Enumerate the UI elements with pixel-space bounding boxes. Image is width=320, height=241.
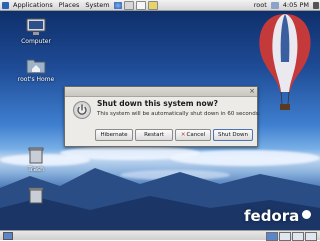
fedora-wordmark: fedora	[244, 207, 300, 225]
dialog-message: This system will be automatically shut d…	[97, 111, 261, 117]
cancel-button[interactable]: ✕ Cancel	[175, 129, 211, 141]
computer-icon	[26, 18, 46, 35]
home-folder-icon	[26, 59, 46, 74]
user-name[interactable]: root	[251, 1, 270, 9]
bottom-panel	[0, 230, 320, 241]
top-panel: Applications Places System root 4:05 PM	[0, 0, 320, 11]
menu-applications[interactable]: Applications	[10, 1, 56, 9]
trash-icon	[28, 187, 44, 204]
hot-air-balloon	[259, 14, 311, 110]
menu-places[interactable]: Places	[56, 1, 83, 9]
fedora-logo-icon	[302, 210, 311, 219]
show-desktop-icon[interactable]	[3, 232, 13, 240]
menu-system[interactable]: System	[82, 1, 112, 9]
dialog-heading: Shut down this system now?	[97, 99, 218, 108]
desktop-icon-trash[interactable]: Trash	[14, 146, 58, 173]
restart-button[interactable]: Restart	[135, 129, 173, 141]
desktop-icon-label: Trash	[28, 166, 44, 173]
shutdown-button-label: Shut Down	[218, 132, 248, 138]
cancel-button-label: Cancel	[186, 132, 206, 138]
desktop-icon-label: Computer	[21, 38, 51, 45]
notes-launcher-icon[interactable]	[147, 0, 158, 10]
fedora-menu-icon[interactable]	[2, 1, 9, 9]
hibernate-button-label: Hibernate	[100, 132, 128, 138]
desktop-icon-computer[interactable]: Computer	[14, 18, 58, 45]
volume-icon[interactable]	[313, 1, 319, 9]
hibernate-button[interactable]: Hibernate	[95, 129, 133, 141]
clock[interactable]: 4:05 PM	[280, 1, 312, 9]
desktop-icon-home[interactable]: root's Home	[14, 56, 58, 83]
power-icon	[73, 101, 91, 119]
shutdown-dialog: × Shut down this system now? This system…	[64, 86, 261, 147]
network-icon[interactable]	[270, 1, 279, 9]
web-browser-launcher-icon[interactable]	[113, 1, 122, 9]
desktop-icon-trash-2[interactable]	[14, 186, 58, 206]
restart-button-label: Restart	[144, 132, 164, 138]
desktop-icon-label: root's Home	[17, 76, 55, 83]
dialog-titlebar[interactable]: ×	[65, 87, 257, 97]
trash-icon	[28, 147, 44, 164]
close-icon[interactable]: ×	[249, 87, 255, 96]
shutdown-button[interactable]: Shut Down	[213, 129, 253, 141]
mail-launcher-icon[interactable]	[123, 0, 134, 10]
cancel-icon: ✕	[180, 132, 186, 138]
text-editor-launcher-icon[interactable]	[135, 0, 146, 10]
